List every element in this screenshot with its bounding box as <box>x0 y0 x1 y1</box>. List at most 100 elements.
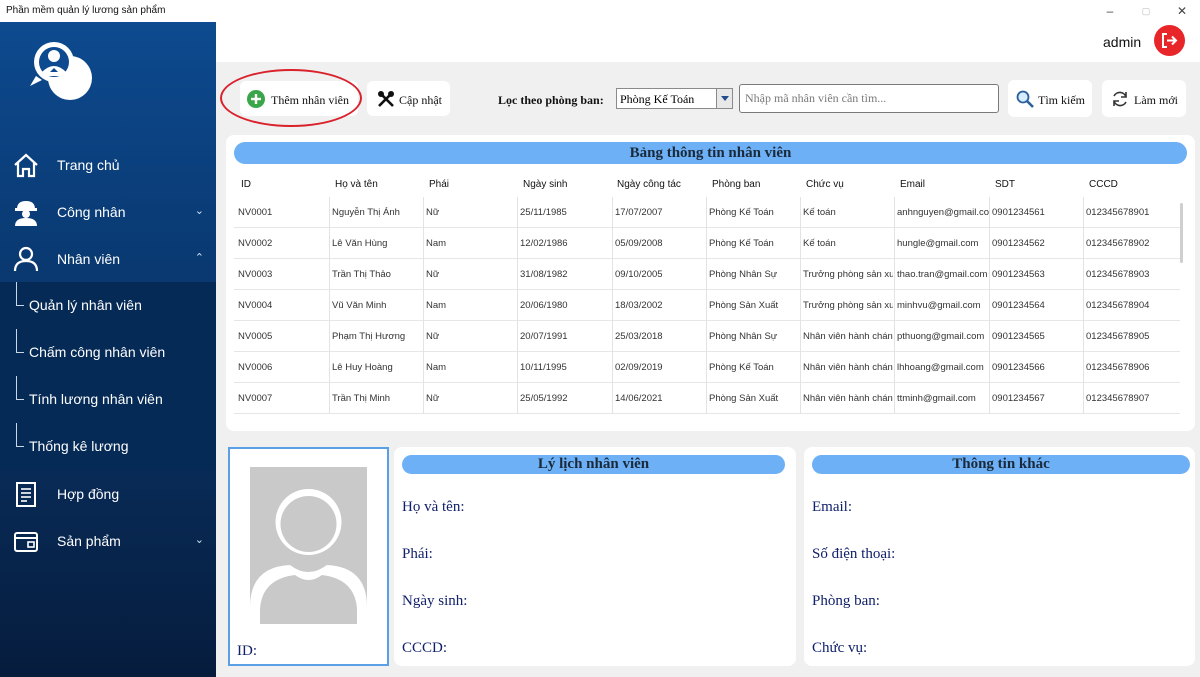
update-button[interactable]: Cập nhật <box>367 81 450 116</box>
table-body: NV0001 Nguyễn Thị Ánh Nữ 25/11/1985 17/07/20… <box>234 197 1180 417</box>
table-cell: 05/09/2008 <box>615 238 663 249</box>
field-label-name: Họ và tên: <box>402 499 465 515</box>
column-separator <box>423 259 424 290</box>
submenu-item-manage[interactable]: Quản lý nhân viên <box>0 282 216 329</box>
column-separator <box>329 228 330 259</box>
column-separator <box>329 383 330 414</box>
table-row[interactable]: NV0002 Lê Văn Hùng Nam 12/02/1986 05/09/2008… <box>234 228 1180 259</box>
current-user: admin <box>1103 34 1142 50</box>
table-cell: 20/06/1980 <box>520 300 568 311</box>
table-cell: Phòng Nhân Sự <box>709 331 778 342</box>
table-row[interactable]: NV0004 Vũ Văn Minh Nam 20/06/1980 18/03/2002… <box>234 290 1180 321</box>
tree-connector <box>16 329 24 353</box>
other-info-title: Thông tin khác <box>812 455 1190 474</box>
filter-label: Lọc theo phòng ban: <box>498 93 604 107</box>
table-cell: NV0006 <box>238 362 273 373</box>
column-header-name[interactable]: Họ và tên <box>335 179 378 190</box>
column-header-gender[interactable]: Phái <box>429 179 449 190</box>
column-header-start-date[interactable]: Ngày công tác <box>617 179 681 190</box>
column-separator <box>1083 259 1084 290</box>
table-cell: 0901234566 <box>992 362 1045 373</box>
column-header-phone[interactable]: SDT <box>995 179 1015 190</box>
dropdown-arrow-icon <box>716 89 732 108</box>
table-row[interactable]: NV0001 Nguyễn Thị Ánh Nữ 25/11/1985 17/07/20… <box>234 197 1180 228</box>
table-cell: Nguyễn Thị Ánh <box>332 207 400 218</box>
table-row[interactable]: NV0005 Phạm Thị Hương Nữ 20/07/1991 25/03/20… <box>234 321 1180 352</box>
minimize-button[interactable]: – <box>1092 0 1128 22</box>
column-separator <box>612 259 613 290</box>
table-cell: Nhân viên hành chánh <box>803 331 893 342</box>
column-separator <box>423 383 424 414</box>
submenu-item-label: Thống kê lương <box>29 438 129 454</box>
column-separator <box>894 383 895 414</box>
app-window: Phần mềm quản lý lương sản phẩm – ▢ ✕ Tr… <box>0 0 1200 677</box>
column-separator <box>894 321 895 352</box>
window-title: Phần mềm quản lý lương sản phẩm <box>6 5 166 16</box>
refresh-label: Làm mới <box>1134 93 1179 107</box>
column-separator <box>800 290 801 321</box>
column-separator <box>706 197 707 228</box>
top-bar <box>216 22 1200 62</box>
update-label: Cập nhật <box>399 93 442 107</box>
table-cell: 20/07/1991 <box>520 331 568 342</box>
field-label-email: Email: <box>812 499 852 515</box>
table-row[interactable]: NV0006 Lê Huy Hoàng Nam 10/11/1995 02/09/201… <box>234 352 1180 383</box>
employee-search-input[interactable] <box>739 84 999 113</box>
table-cell: Nữ <box>426 269 440 280</box>
department-select[interactable]: Phòng Kế Toán <box>616 88 733 109</box>
sidebar-item-employees[interactable]: Nhân viên ⌃ <box>0 237 216 281</box>
close-button[interactable]: ✕ <box>1164 0 1200 22</box>
column-separator <box>517 197 518 228</box>
column-separator <box>612 197 613 228</box>
submenu-item-salary-stats[interactable]: Thống kê lương <box>0 423 216 470</box>
sidebar-item-home[interactable]: Trang chủ <box>0 143 216 187</box>
column-separator <box>329 259 330 290</box>
column-header-cccd[interactable]: CCCD <box>1089 179 1118 190</box>
table-row[interactable]: NV0003 Trần Thị Thảo Nữ 31/08/1982 09/10/200… <box>234 259 1180 290</box>
column-header-department[interactable]: Phòng ban <box>712 179 760 190</box>
column-header-id[interactable]: ID <box>241 179 251 190</box>
column-header-birthdate[interactable]: Ngày sinh <box>523 179 567 190</box>
table-cell: 0901234564 <box>992 300 1045 311</box>
column-separator <box>706 290 707 321</box>
column-separator <box>517 383 518 414</box>
table-row[interactable]: NV0007 Trần Thị Minh Nữ 25/05/1992 14/06/202… <box>234 383 1180 414</box>
table-scrollbar[interactable] <box>1180 203 1183 263</box>
table-cell: Phòng Nhân Sự <box>709 269 778 280</box>
table-cell: Trần Thị Thảo <box>332 269 391 280</box>
maximize-button[interactable]: ▢ <box>1128 0 1164 22</box>
column-separator <box>989 321 990 352</box>
id-label: ID: <box>237 643 257 659</box>
column-header-email[interactable]: Email <box>900 179 925 190</box>
column-separator <box>894 197 895 228</box>
search-label: Tìm kiếm <box>1038 93 1085 107</box>
table-cell: 31/08/1982 <box>520 269 568 280</box>
sidebar-item-contracts[interactable]: Hợp đồng <box>0 472 216 516</box>
table-cell: 012345678904 <box>1086 300 1150 311</box>
column-header-position[interactable]: Chức vụ <box>806 179 844 190</box>
submenu-item-label: Chấm công nhân viên <box>29 344 166 360</box>
column-separator <box>989 352 990 383</box>
refresh-button[interactable]: Làm mới <box>1102 80 1186 117</box>
column-separator <box>517 352 518 383</box>
table-cell: minhvu@gmail.com <box>897 300 981 311</box>
logout-icon <box>1162 33 1178 48</box>
column-separator <box>1083 321 1084 352</box>
submenu-item-payroll[interactable]: Tính lương nhân viên <box>0 376 216 423</box>
table-cell: 0901234563 <box>992 269 1045 280</box>
logout-button[interactable] <box>1154 25 1185 56</box>
table-cell: Lê Văn Hùng <box>332 238 388 249</box>
table-cell: Nam <box>426 238 447 249</box>
chevron-up-icon: ⌃ <box>194 252 204 264</box>
submenu-item-attendance[interactable]: Chấm công nhân viên <box>0 329 216 376</box>
search-button[interactable]: Tìm kiếm <box>1008 80 1092 117</box>
column-separator <box>612 383 613 414</box>
table-cell: Lê Huy Hoàng <box>332 362 393 373</box>
table-cell: 10/11/1995 <box>520 362 567 373</box>
column-separator <box>800 321 801 352</box>
sidebar-item-workers[interactable]: Công nhân ⌄ <box>0 190 216 234</box>
column-separator <box>800 197 801 228</box>
table-cell: NV0001 <box>238 207 273 218</box>
table-cell: Phòng Kế Toán <box>709 238 774 249</box>
sidebar-item-products[interactable]: Sản phẩm ⌄ <box>0 519 216 563</box>
